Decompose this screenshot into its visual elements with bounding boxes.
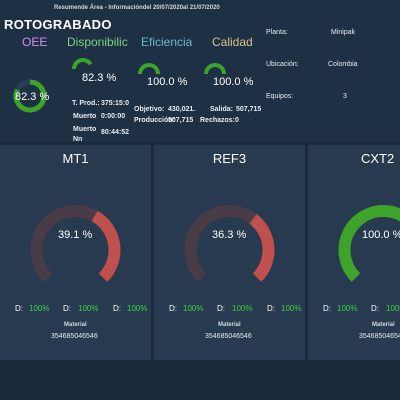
machine-gauge [338,205,400,282]
salida-label: Salida: [210,106,233,113]
kpi-disponibilidad-value: 82.3 % [82,72,117,84]
muerto-nn-label: Muerto Nn [73,126,97,143]
ubicacion-value: Colombia [328,61,358,68]
ubicacion-label: Ubicación: [266,61,299,68]
equipos-label: Equipos: [266,93,294,100]
d-label: D: [63,304,71,313]
planta-label: Planta: [266,29,288,36]
d-label: D: [15,304,23,313]
report-subtitle: Resumende Área - Informacióndel 20/07/20… [54,5,220,11]
machine-card-mt1[interactable]: MT1 39.1 % D: 100% D: 100% D: 100% Mater… [0,145,151,360]
d-label: D: [217,304,225,313]
kpi-eficiencia-value: 100.0 % [147,76,188,88]
rechazos-value: 0 [235,117,239,124]
kpi-disponibilidad-gauge [72,58,93,70]
d-label: D: [371,304,379,313]
planta-value: Minipak [331,29,356,36]
muerto-label: Muerto [73,113,97,120]
objetivo-label: Objetivo: [134,106,165,113]
kpi-eficiencia-label: Eficiencia [141,35,193,49]
d-label: D: [169,304,177,313]
rechazos-label: Rechazos: [200,117,236,124]
d-value: 100% [127,304,148,313]
muerto-value: 0:00:00 [101,113,126,120]
d-value: 100% [78,304,99,313]
d-value: 100% [29,304,50,313]
material-label: Material [372,322,395,328]
d-label: D: [323,304,331,313]
d-label: D: [267,304,275,313]
material-value: 354685046546 [359,333,400,340]
machine-gauge [30,205,121,282]
machine-card-ref3[interactable]: REF3 36.3 % D: 100% D: 100% D: 100% Mate… [154,145,305,360]
material-label: Material [218,322,241,328]
salida-value: 507,715 [236,106,262,113]
d-value: 100% [281,304,302,313]
kpi-calidad-label: Calidad [212,35,253,49]
kpi-calidad-value: 100.0 % [213,76,254,88]
kpi-disponibilidad-label: Disponibilic [67,35,128,49]
d-value: 100% [386,304,400,313]
d-value: 100% [232,304,253,313]
machine-oee-value: 39.1 % [58,229,93,241]
machine-oee-value: 100.0 % [362,229,400,241]
equipos-value: 3 [343,93,347,100]
machine-card-cxt2[interactable]: CXT2 100.0 % D: 100% D: 100% Material 35… [308,145,400,360]
material-label: Material [64,322,87,328]
material-value: 354685046546 [205,333,252,340]
tprod-value: 375:15:0 [101,100,130,107]
machine-oee-value: 36.3 % [212,229,247,241]
d-value: 100% [183,304,204,313]
area-title: ROTOGRABADO [4,17,112,32]
objetivo-value: 430,021. [168,106,196,113]
machine-gauge [184,205,275,282]
d-value: 100% [337,304,358,313]
kpi-oee-label: OEE [22,35,48,49]
kpi-oee-value: 82.3 % [15,91,50,103]
material-value: 354685046546 [51,333,98,340]
d-label: D: [113,304,121,313]
produccion-value: 507,715 [168,117,194,124]
tprod-label: T. Prod.: [72,100,100,107]
muerto-nn-value: 80:44:52 [101,129,130,136]
